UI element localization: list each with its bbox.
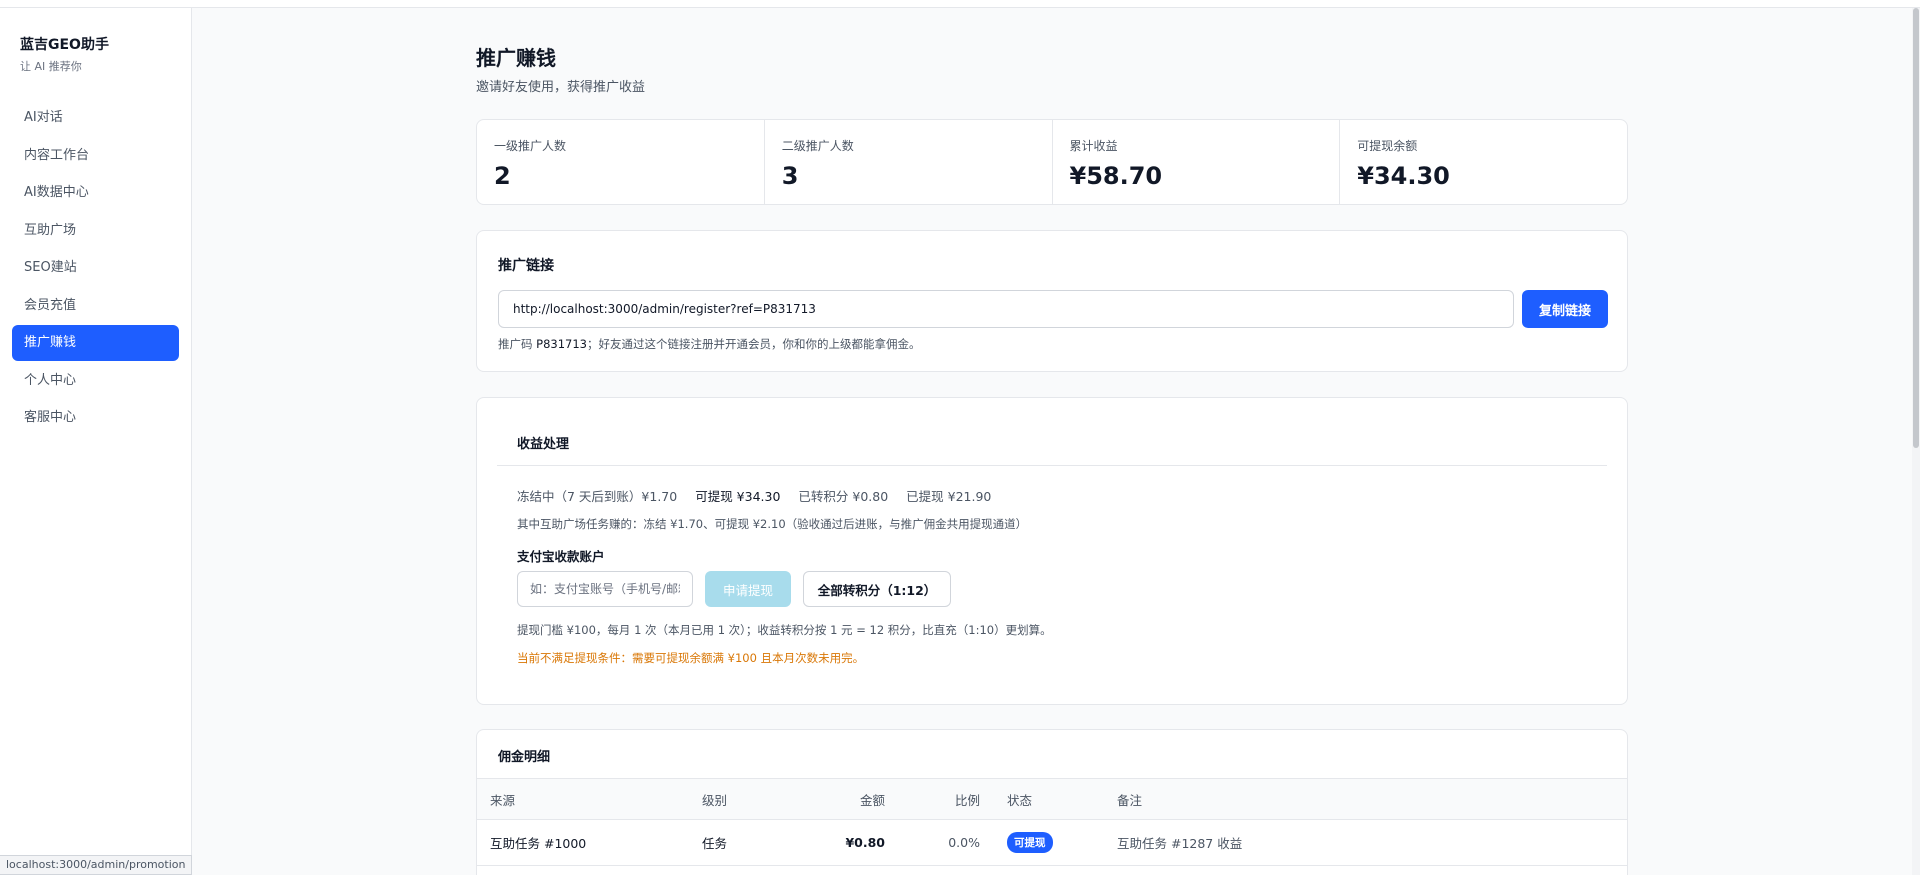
cell-status: 可提现 bbox=[1007, 820, 1053, 865]
commission-card: 佣金明细 来源 级别 金额 比例 状态 备注 互助任务 #1000 任务 ¥0.… bbox=[476, 729, 1628, 875]
stat-withdrawable-balance: 可提现余额 ¥34.30 bbox=[1340, 120, 1627, 204]
alipay-account-label: 支付宝收款账户 bbox=[517, 549, 605, 564]
browser-top-bar bbox=[0, 0, 1920, 8]
page-subtitle: 邀请好友使用，获得推广收益 bbox=[476, 80, 646, 95]
cell-source: 互助任务 #1000 bbox=[490, 836, 587, 851]
stat-level2-count: 二级推广人数 3 bbox=[765, 120, 1053, 204]
promotion-code-note: 推广码 P831713；好友通过这个链接注册并开通会员，你和你的上级都能拿佣金。 bbox=[498, 336, 921, 352]
commission-title: 佣金明细 bbox=[498, 750, 551, 765]
sidebar-item-profile[interactable]: 个人中心 bbox=[12, 363, 179, 399]
convert-to-points-button[interactable]: 全部转积分（1:12） bbox=[803, 571, 951, 607]
sidebar: 蓝吉GEO助手 让 AI 推荐你 AI对话 内容工作台 AI数据中心 互助广场 … bbox=[0, 8, 192, 875]
promotion-link-title: 推广链接 bbox=[498, 258, 554, 274]
stat-label: 二级推广人数 bbox=[781, 139, 854, 153]
alipay-account-input[interactable] bbox=[517, 571, 693, 607]
earnings-summary: 冻结中（7 天后到账）¥1.70 可提现 ¥34.30 已转积分 ¥0.80 已… bbox=[517, 486, 1005, 505]
brand-tagline: 让 AI 推荐你 bbox=[20, 60, 82, 73]
stat-value: ¥58.70 bbox=[1069, 162, 1163, 190]
stat-level1-count: 一级推广人数 2 bbox=[477, 120, 765, 204]
sidebar-item-ai-chat[interactable]: AI对话 bbox=[12, 100, 179, 136]
sidebar-item-membership[interactable]: 会员充值 bbox=[12, 288, 179, 324]
sidebar-item-seo-site[interactable]: SEO建站 bbox=[12, 250, 179, 286]
stat-label: 一级推广人数 bbox=[494, 139, 567, 153]
withdrawable-amount: 可提现 ¥34.30 bbox=[695, 489, 781, 504]
converted-amount: 已转积分 ¥0.80 bbox=[798, 489, 889, 504]
copy-link-button[interactable]: 复制链接 bbox=[1522, 290, 1608, 328]
header-level: 级别 bbox=[702, 792, 728, 808]
stat-label: 累计收益 bbox=[1069, 139, 1118, 153]
earnings-title: 收益处理 bbox=[517, 437, 570, 452]
cell-amount: ¥0.80 bbox=[845, 835, 885, 850]
sidebar-item-support[interactable]: 客服中心 bbox=[12, 400, 179, 436]
frozen-amount: 冻结中（7 天后到账）¥1.70 bbox=[517, 489, 678, 504]
promotion-link-input[interactable] bbox=[498, 290, 1514, 328]
browser-status-url: localhost:3000/admin/promotion bbox=[0, 855, 193, 875]
header-remark: 备注 bbox=[1117, 792, 1143, 808]
cell-remark: 互助任务 #1287 收益 bbox=[1117, 836, 1243, 851]
earnings-card: 收益处理 冻结中（7 天后到账）¥1.70 可提现 ¥34.30 已转积分 ¥0… bbox=[476, 397, 1628, 705]
header-source: 来源 bbox=[490, 792, 516, 808]
withdrawn-amount: 已提现 ¥21.90 bbox=[906, 489, 992, 504]
withdraw-warning-text: 当前不满足提现条件：需要可提现余额满 ¥100 且本月次数未用完。 bbox=[517, 651, 865, 665]
stat-label: 可提现余额 bbox=[1357, 139, 1418, 153]
earnings-divider bbox=[497, 465, 1607, 466]
promo-code: P831713 bbox=[536, 337, 587, 351]
page-scrollbar-thumb[interactable] bbox=[1913, 8, 1919, 448]
page-title: 推广赚钱 bbox=[476, 46, 556, 70]
stat-total-earnings: 累计收益 ¥58.70 bbox=[1053, 120, 1341, 204]
withdraw-rule-text: 提现门槛 ¥100，每月 1 次（本月已用 1 次）；收益转积分按 1 元 = … bbox=[517, 623, 1052, 637]
cell-level: 任务 bbox=[702, 836, 728, 851]
promo-code-suffix: ；好友通过这个链接注册并开通会员，你和你的上级都能拿佣金。 bbox=[587, 337, 921, 351]
stats-panel: 一级推广人数 2 二级推广人数 3 累计收益 ¥58.70 可提现余额 ¥34.… bbox=[476, 119, 1628, 205]
header-ratio: 比例 bbox=[954, 792, 980, 808]
promotion-link-card: 推广链接 复制链接 推广码 P831713；好友通过这个链接注册并开通会员，你和… bbox=[476, 230, 1628, 372]
brand-name: 蓝吉GEO助手 bbox=[20, 37, 109, 53]
stat-value: ¥34.30 bbox=[1357, 162, 1450, 190]
sidebar-nav: AI对话 内容工作台 AI数据中心 互助广场 SEO建站 会员充值 推广赚钱 个… bbox=[12, 100, 179, 438]
stat-value: 3 bbox=[781, 162, 799, 190]
sidebar-item-promotion[interactable]: 推广赚钱 bbox=[12, 325, 179, 361]
sidebar-item-ai-data-center[interactable]: AI数据中心 bbox=[12, 175, 179, 211]
sidebar-item-content-workbench[interactable]: 内容工作台 bbox=[12, 138, 179, 174]
header-amount: 金额 bbox=[859, 792, 885, 808]
task-earnings-note: 其中互助广场任务赚的：冻结 ¥1.70、可提现 ¥2.10（验收通过后进账，与推… bbox=[517, 517, 1028, 531]
stat-value: 2 bbox=[494, 162, 511, 190]
cell-ratio: 0.0% bbox=[948, 835, 980, 850]
status-badge: 可提现 bbox=[1007, 832, 1053, 853]
promo-code-prefix: 推广码 bbox=[498, 337, 537, 351]
table-row: 互助任务 #1000 任务 ¥0.80 0.0% 可提现 互助任务 #1287 … bbox=[477, 820, 1627, 866]
header-status: 状态 bbox=[1007, 792, 1033, 808]
commission-table-header: 来源 级别 金额 比例 状态 备注 bbox=[477, 778, 1627, 820]
sidebar-item-mutual-plaza[interactable]: 互助广场 bbox=[12, 213, 179, 249]
withdraw-button[interactable]: 申请提现 bbox=[705, 571, 791, 607]
